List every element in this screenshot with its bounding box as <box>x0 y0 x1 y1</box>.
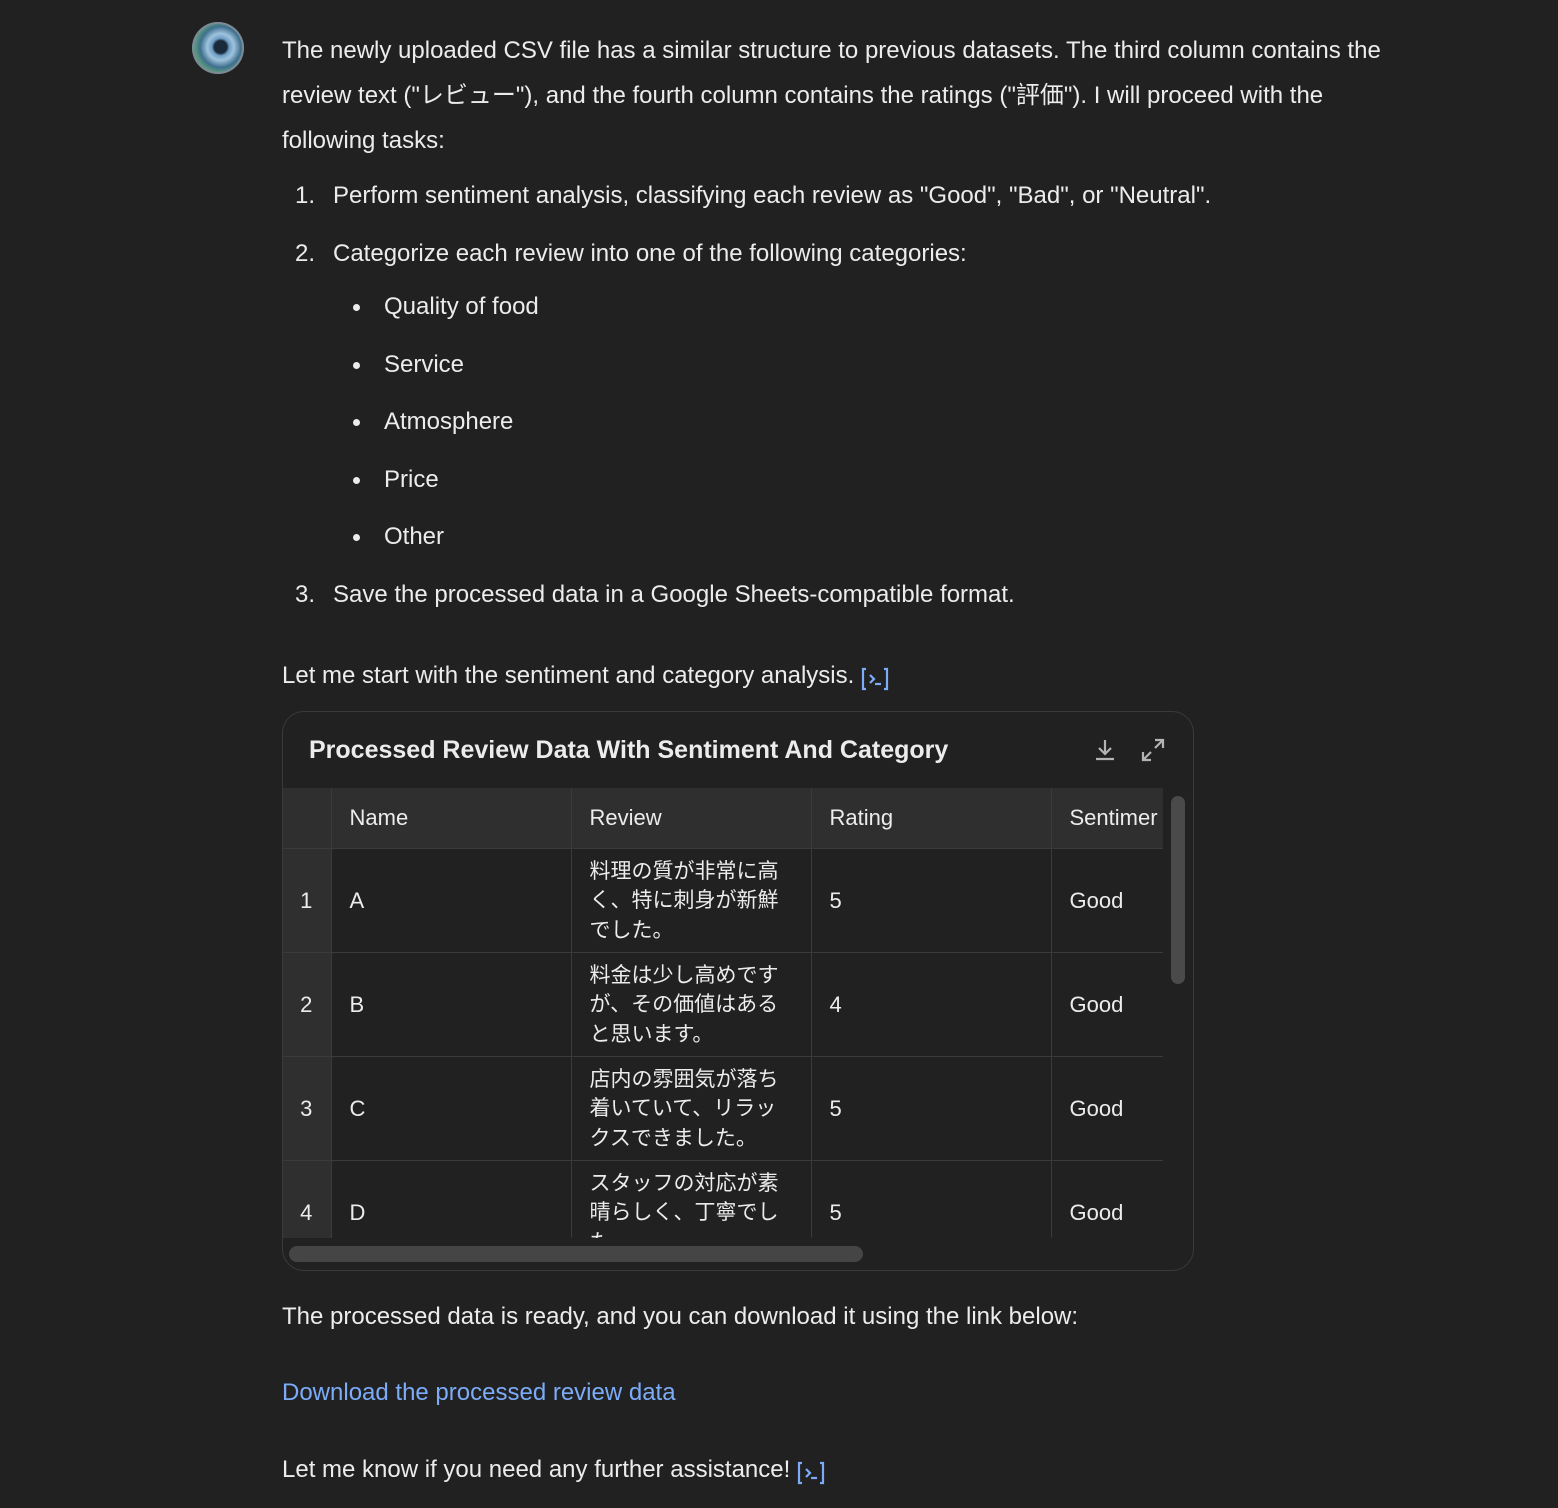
table-row: 3 C 店内の雰囲気が落ち着いていて、リラックスできました。 5 Good <box>283 1056 1163 1161</box>
cell-sentiment: Good <box>1050 848 1163 953</box>
column-header-review[interactable]: Review <box>570 788 812 849</box>
cell-review: 店内の雰囲気が落ち着いていて、リラックスできました。 <box>570 1056 812 1161</box>
cell-name: A <box>330 848 572 953</box>
table-row: 2 B 料金は少し高めですが、その価値はあると思います。 4 Good <box>283 952 1163 1057</box>
table-row: 1 A 料理の質が非常に高く、特に刺身が新鮮でした。 5 Good <box>283 848 1163 953</box>
row-index: 2 <box>283 952 332 1057</box>
review-text: 店内の雰囲気が落ち着いていて、リラックスできました。 <box>589 1067 779 1150</box>
data-table: Name Review Rating Sentimer 1 A 料理の質が非常に… <box>283 788 1163 1238</box>
code-citation-icon[interactable] <box>796 1456 826 1484</box>
review-text: スタッフの対応が素晴らしく、丁寧でした。 <box>589 1171 779 1239</box>
table-row: 4 D スタッフの対応が素晴らしく、丁寧でした。 5 Good <box>283 1160 1163 1239</box>
task-item: 1. Perform sentiment analysis, classifyi… <box>282 173 1392 218</box>
cell-name: B <box>330 952 572 1057</box>
ready-paragraph: The processed data is ready, and you can… <box>282 1303 1079 1330</box>
code-citation-icon[interactable] <box>860 662 890 690</box>
cell-rating: 4 <box>810 952 1052 1057</box>
cell-review: 料理の質が非常に高く、特に刺身が新鮮でした。 <box>570 848 812 953</box>
expand-icon[interactable] <box>1140 737 1166 763</box>
category-item: Atmosphere <box>333 399 1392 444</box>
review-text: 料理の質が非常に高く、特に刺身が新鮮でした。 <box>589 859 779 942</box>
review-text: 料金は少し高めですが、その価値はあると思います。 <box>589 963 779 1046</box>
category-item: Service <box>333 342 1392 387</box>
category-list: Quality of food Service Atmosphere Price… <box>333 284 1392 559</box>
horizontal-scrollbar[interactable] <box>289 1246 863 1262</box>
task-text: Categorize each review into one of the f… <box>333 240 967 267</box>
download-data-link[interactable]: Download the processed review data <box>282 1379 676 1406</box>
cell-rating: 5 <box>810 1160 1052 1238</box>
closing-paragraph: Let me know if you need any further assi… <box>282 1447 826 1492</box>
table-card-title: Processed Review Data With Sentiment And… <box>309 735 949 764</box>
task-number: 1. <box>295 182 316 209</box>
table-header-row: Name Review Rating Sentimer <box>283 788 1163 849</box>
data-table-card: Processed Review Data With Sentiment And… <box>282 711 1194 1271</box>
column-header-sentiment[interactable]: Sentimer <box>1050 788 1163 849</box>
task-number: 3. <box>295 581 316 608</box>
row-index: 1 <box>283 848 332 953</box>
cell-rating: 5 <box>810 848 1052 953</box>
column-header-name[interactable]: Name <box>330 788 572 849</box>
assistant-avatar-icon <box>192 22 244 74</box>
table-card-header: Processed Review Data With Sentiment And… <box>283 712 1193 788</box>
task-item: 3. Save the processed data in a Google S… <box>282 572 1392 617</box>
download-link-paragraph: Download the processed review data <box>282 1370 676 1415</box>
category-item: Quality of food <box>333 284 1392 329</box>
task-text: Perform sentiment analysis, classifying … <box>333 182 1212 209</box>
assistant-message: The newly uploaded CSV file has a simila… <box>282 28 1392 630</box>
cell-name: C <box>330 1056 572 1161</box>
cell-sentiment: Good <box>1050 1160 1163 1238</box>
category-item: Other <box>333 514 1392 559</box>
column-header-index[interactable] <box>283 788 332 849</box>
closing-text: Let me know if you need any further assi… <box>282 1456 791 1483</box>
table-scroll-area[interactable]: Name Review Rating Sentimer 1 A 料理の質が非常に… <box>283 788 1163 1238</box>
intro-paragraph: The newly uploaded CSV file has a simila… <box>282 37 1381 154</box>
cell-review: 料金は少し高めですが、その価値はあると思います。 <box>570 952 812 1057</box>
task-number: 2. <box>295 240 316 267</box>
download-icon[interactable] <box>1092 737 1118 763</box>
cell-sentiment: Good <box>1050 952 1163 1057</box>
start-paragraph: Let me start with the sentiment and cate… <box>282 653 890 698</box>
cell-rating: 5 <box>810 1056 1052 1161</box>
task-text: Save the processed data in a Google Shee… <box>333 581 1015 608</box>
task-item: 2. Categorize each review into one of th… <box>282 231 1392 559</box>
row-index: 3 <box>283 1056 332 1161</box>
vertical-scrollbar[interactable] <box>1171 796 1185 984</box>
cell-sentiment: Good <box>1050 1056 1163 1161</box>
column-header-rating[interactable]: Rating <box>810 788 1052 849</box>
row-index: 4 <box>283 1160 332 1238</box>
cell-review: スタッフの対応が素晴らしく、丁寧でした。 <box>570 1160 812 1239</box>
task-list: 1. Perform sentiment analysis, classifyi… <box>282 173 1392 617</box>
category-item: Price <box>333 457 1392 502</box>
start-text: Let me start with the sentiment and cate… <box>282 662 855 689</box>
cell-name: D <box>330 1160 572 1238</box>
